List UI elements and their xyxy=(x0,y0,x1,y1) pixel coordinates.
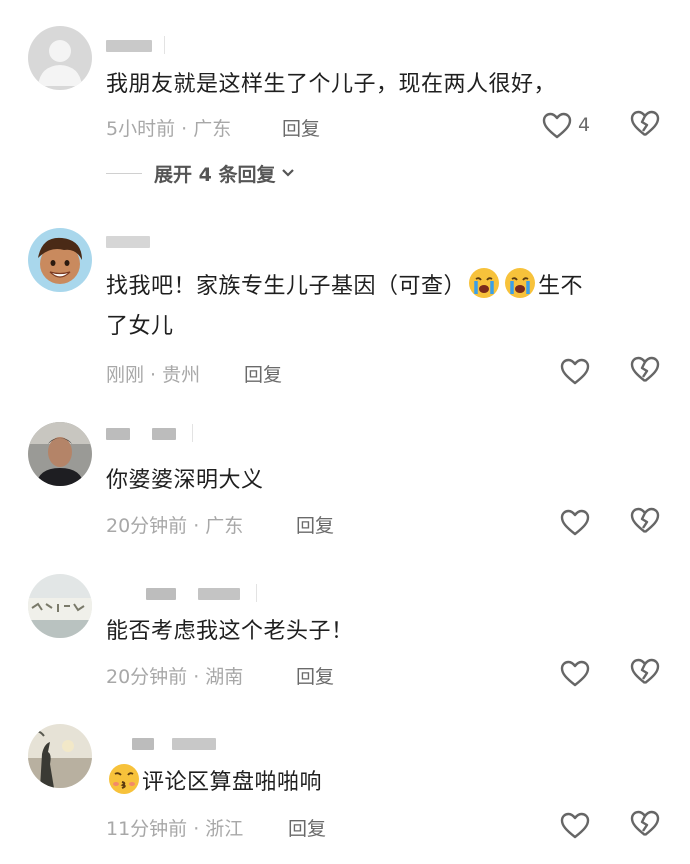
broken-heart-icon xyxy=(630,658,660,684)
heart-icon xyxy=(560,358,590,385)
broken-heart-icon xyxy=(630,110,660,136)
reply-button[interactable]: 回复 xyxy=(244,360,282,387)
avatar[interactable] xyxy=(28,574,92,638)
crying-face-icon xyxy=(505,268,536,298)
like-button[interactable] xyxy=(560,356,594,388)
dislike-button[interactable] xyxy=(630,110,664,142)
dislike-button[interactable] xyxy=(630,507,664,539)
dislike-button[interactable] xyxy=(630,810,664,842)
comment-text-part: 生不 xyxy=(538,274,584,299)
reply-button[interactable]: 回复 xyxy=(282,114,320,141)
divider xyxy=(106,172,142,174)
reply-button[interactable]: 回复 xyxy=(288,814,326,841)
comment-text: 你婆婆深明大义 xyxy=(106,468,264,493)
sunset-silhouette-avatar xyxy=(28,724,92,788)
avatar[interactable] xyxy=(28,26,92,90)
crying-face-icon xyxy=(469,268,500,298)
heart-icon xyxy=(560,509,590,536)
comment-text-part: 了女儿 xyxy=(106,314,174,339)
comment-text: 评论区算盘啪啪响 xyxy=(106,762,650,803)
dislike-button[interactable] xyxy=(630,356,664,388)
reply-button[interactable]: 回复 xyxy=(296,662,334,689)
comment-text-part: 评论区算盘啪啪响 xyxy=(142,770,323,795)
comment-text: 能否考虑我这个老头子！ xyxy=(106,619,354,644)
comment-time-location: 刚刚 · 贵州 xyxy=(106,364,201,386)
comment-time-location: 20分钟前 · 湖南 xyxy=(106,666,244,688)
like-button[interactable] xyxy=(560,507,594,539)
broken-heart-icon xyxy=(630,356,660,382)
like-count: 4 xyxy=(578,114,591,136)
sign-photo-avatar xyxy=(28,574,92,638)
avatar[interactable] xyxy=(28,228,92,292)
dislike-button[interactable] xyxy=(630,658,664,690)
like-button[interactable] xyxy=(560,658,594,690)
like-button[interactable] xyxy=(560,810,594,842)
avatar[interactable] xyxy=(28,422,92,486)
heart-icon xyxy=(560,660,590,687)
kissing-face-icon xyxy=(109,764,139,794)
like-button[interactable] xyxy=(542,110,576,142)
comment-time-location: 5小时前 · 广东 xyxy=(106,118,232,140)
expand-replies-label: 展开 4 条回复 xyxy=(154,163,276,186)
username[interactable] xyxy=(106,236,154,248)
reply-button[interactable]: 回复 xyxy=(296,511,334,538)
avatar[interactable] xyxy=(28,724,92,788)
username[interactable] xyxy=(106,424,196,442)
comment-text: 我朋友就是这样生了个儿子，现在两人很好， xyxy=(106,72,557,97)
username[interactable] xyxy=(106,584,266,602)
cartoon-boy-avatar xyxy=(28,228,92,292)
broken-heart-icon xyxy=(630,810,660,836)
heart-icon xyxy=(560,812,590,839)
comment-time-location: 20分钟前 · 广东 xyxy=(106,515,244,537)
default-avatar-icon xyxy=(28,26,92,90)
heart-icon xyxy=(542,112,572,139)
broken-heart-icon xyxy=(630,507,660,533)
expand-replies-button[interactable]: 展开 4 条回复 xyxy=(106,160,296,186)
comment-text: 找我吧！家族专生儿子基因（可查） 生不 了女儿 xyxy=(106,266,650,347)
man-photo-avatar xyxy=(28,422,92,486)
comment-text-part: 找我吧！家族专生儿子基因（可查） xyxy=(106,274,467,299)
username[interactable] xyxy=(106,36,166,54)
chevron-down-icon xyxy=(282,169,295,177)
comment-time-location: 11分钟前 · 浙江 xyxy=(106,818,244,840)
username[interactable] xyxy=(106,738,226,750)
